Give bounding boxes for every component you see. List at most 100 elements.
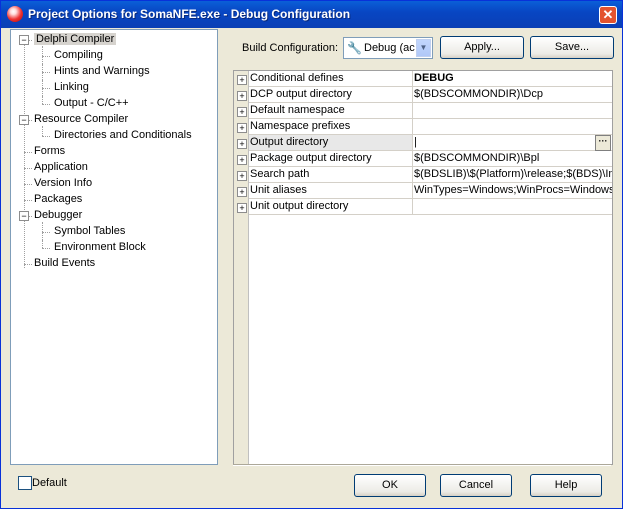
tree-connector [42,88,50,89]
tree-item-version-info[interactable]: Version Info [34,176,92,191]
tree-item-environment-block[interactable]: Environment Block [54,240,146,255]
expand-icon[interactable]: + [237,139,247,149]
tree-item-directories-and-conditionals[interactable]: Directories and Conditionals [54,128,192,143]
tree-item-label: Version Info [34,177,93,189]
tree-item-debugger[interactable]: Debugger [34,208,82,223]
tree-connector [24,264,32,265]
property-row[interactable]: + Conditional defines DEBUG [234,71,612,87]
tree-item-label: Environment Block [54,241,146,253]
cancel-button[interactable]: Cancel [440,474,512,497]
tree-item-label: Symbol Tables [54,225,126,237]
property-row[interactable]: + DCP output directory $(BDSCOMMONDIR)\Dcp [234,87,612,103]
expand-icon[interactable]: + [237,203,247,213]
tree-connector [42,104,50,105]
tree-item-symbol-tables[interactable]: Symbol Tables [54,224,125,239]
property-row[interactable]: + Package output directory $(BDSCOMMONDIR)… [234,151,612,167]
apply-button[interactable]: Apply... [440,36,524,59]
expand-icon[interactable]: + [237,91,247,101]
property-value: $(BDSLIB)\$(Platform)\release;$(BDS)\Im [413,167,612,183]
tree-connector [42,96,43,104]
property-value-input[interactable]: | [413,135,612,151]
property-row[interactable]: + Namespace prefixes [234,119,612,135]
tree-connector [24,44,25,268]
tree-item-packages[interactable]: Packages [34,192,82,207]
tree-item-label: Hints and Warnings [54,65,150,77]
property-name: Output directory [249,135,413,151]
tree-item-label: Resource Compiler [34,113,129,125]
expand-icon[interactable]: + [237,75,247,85]
expand-icon[interactable]: + [237,155,247,165]
property-row[interactable]: + Default namespace [234,103,612,119]
ok-button[interactable]: OK [354,474,426,497]
tree-item-label: Compiling [54,49,103,61]
tree-item-delphi-compiler[interactable]: Delphi Compiler [34,32,117,47]
footer-separator [233,464,611,466]
tree-item-linking[interactable]: Linking [54,80,89,95]
tree-item-hints-and-warnings[interactable]: Hints and Warnings [54,64,150,79]
tree-connector [24,184,32,185]
tree-item-label: Directories and Conditionals [54,129,192,141]
property-name: Default namespace [249,103,413,119]
property-value: DEBUG [413,71,612,87]
project-options-dialog: Project Options for SomaNFE.exe - Debug … [0,0,623,509]
property-name: Conditional defines [249,71,413,87]
delphi-app-icon [7,6,23,22]
save-button[interactable]: Save... [530,36,614,59]
tree-connector [42,136,50,137]
close-icon: ✕ [602,7,614,22]
tree-item-forms[interactable]: Forms [34,144,65,159]
tree-connector [42,64,43,80]
property-row[interactable]: + Search path $(BDSLIB)\$(Platform)\releas… [234,167,612,183]
collapse-icon[interactable]: − [19,35,29,45]
collapse-icon[interactable]: − [19,115,29,125]
default-checkbox[interactable] [18,476,32,490]
tree-item-label: Application [34,161,88,173]
property-name: Package output directory [249,151,413,167]
chevron-down-icon[interactable]: ▼ [416,39,431,57]
tree-item-label: Debugger [34,209,83,221]
property-grid[interactable]: + Conditional defines DEBUG + DCP output dir… [233,70,613,465]
property-name: Unit aliases [249,183,413,199]
property-row[interactable]: + Output directory | ··· [234,135,612,151]
property-name: Namespace prefixes [249,119,413,135]
tree-connector [42,46,43,64]
expand-icon[interactable]: + [237,171,247,181]
collapse-icon[interactable]: − [19,211,29,221]
property-row[interactable]: + Unit aliases WinTypes=Windows;WinProcs=W… [234,183,612,199]
tree-item-build-events[interactable]: Build Events [34,256,95,271]
property-value: WinTypes=Windows;WinProcs=Windows [413,183,612,199]
tree-connector [42,126,43,136]
property-value: $(BDSCOMMONDIR)\Dcp [413,87,612,103]
tree-connector [24,168,32,169]
options-tree[interactable]: − Delphi Compiler Compiling Hints and Warni… [10,29,218,465]
tree-item-application[interactable]: Application [34,160,88,175]
tree-item-label: Delphi Compiler [34,33,117,45]
window-title: Project Options for SomaNFE.exe - Debug … [28,7,351,21]
tree-item-resource-compiler[interactable]: Resource Compiler [34,112,128,127]
expand-icon[interactable]: + [237,187,247,197]
tree-connector [42,80,43,96]
expand-icon[interactable]: + [237,107,247,117]
wrench-icon: 🔧 [347,41,362,55]
tree-connector [24,152,32,153]
tree-item-label: Build Events [34,257,96,269]
tree-item-label: Output - C/C++ [54,97,129,109]
default-checkbox-label: Default [32,477,67,489]
browse-ellipsis-button[interactable]: ··· [595,135,611,151]
help-button[interactable]: Help [530,474,602,497]
tree-connector [42,222,43,240]
property-name: Search path [249,167,413,183]
tree-connector [42,56,50,57]
tree-connector [24,200,32,201]
build-configuration-value: Debug (ac [364,42,415,54]
tree-item-compiling[interactable]: Compiling [54,48,103,63]
title-bar[interactable]: Project Options for SomaNFE.exe - Debug … [1,1,622,28]
close-button[interactable]: ✕ [599,6,617,24]
tree-item-label: Forms [34,145,66,157]
property-row[interactable]: + Unit output directory [234,199,612,215]
property-value: $(BDSCOMMONDIR)\Bpl [413,151,612,167]
tree-connector [42,240,43,248]
tree-item-output-c-c[interactable]: Output - C/C++ [54,96,129,111]
build-configuration-select[interactable]: 🔧 Debug (ac ▼ [343,37,433,59]
expand-icon[interactable]: + [237,123,247,133]
